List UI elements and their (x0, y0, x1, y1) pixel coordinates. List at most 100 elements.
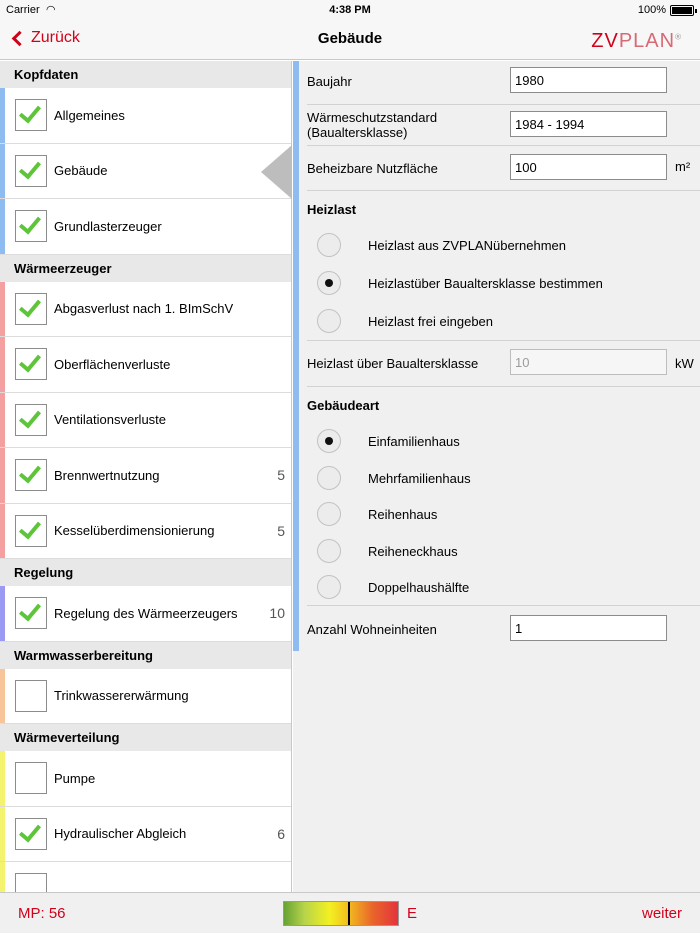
sidebar: Kopfdaten Allgemeines Gebäude Grundlasterze… (0, 61, 292, 892)
sidebar-item[interactable] (0, 862, 291, 892)
navigation-bar: Zurück Gebäude ZVPLAN® (0, 20, 700, 60)
heizlast-bak-unit: kW (675, 356, 694, 371)
next-button[interactable]: weiter (642, 905, 682, 922)
gebaeudeart-title: Gebäudeart (307, 398, 380, 413)
radio-label[interactable]: Mehrfamilienhaus (368, 471, 471, 486)
radio-label[interactable]: Reiheneckhaus (368, 544, 458, 559)
section-header: Wärmeverteilung (0, 724, 291, 751)
sidebar-item-count: 5 (277, 467, 285, 484)
sidebar-item[interactable]: Grundlasterzeuger (0, 199, 291, 255)
heizlast-title: Heizlast (307, 202, 357, 217)
sidebar-item[interactable]: Kesselüberdimensionierung 5 (0, 503, 291, 559)
checkbox[interactable] (15, 873, 47, 892)
nutzflaeche-label: Beheizbare Nutzfläche (307, 161, 438, 176)
sidebar-item[interactable]: Regelung des Wärmeerzeugers 10 (0, 586, 291, 642)
radio-label[interactable]: Reihenhaus (368, 507, 437, 522)
checkbox[interactable] (15, 762, 47, 795)
logo-plan: PLAN (618, 30, 676, 52)
category-stripe (0, 862, 5, 892)
checkmark-icon (18, 819, 42, 843)
sidebar-item-label: Grundlasterzeuger (54, 218, 162, 234)
sidebar-item[interactable]: Gebäude (0, 143, 291, 199)
section-header: Warmwasserbereitung (0, 641, 291, 669)
checkmark-icon (18, 516, 42, 540)
wohneinheiten-row: Anzahl Wohneinheiten 1 (307, 606, 700, 650)
mp-score: MP: 56 (18, 905, 66, 922)
checkbox[interactable] (15, 817, 47, 850)
nutzflaeche-row: Beheizbare Nutzfläche 100 m² (307, 146, 700, 191)
radio-selected-dot (325, 279, 333, 287)
radio-button[interactable] (317, 309, 341, 333)
battery-percent: 100% (637, 4, 666, 16)
radio-button[interactable] (317, 575, 341, 599)
sidebar-item-label: Oberflächenverluste (54, 356, 171, 372)
section-color-bar (293, 61, 299, 651)
sidebar-item-label: Abgasverlust nach 1. BImSchV (54, 301, 234, 317)
category-stripe (0, 503, 5, 558)
wohneinheiten-label: Anzahl Wohneinheiten (307, 622, 437, 637)
section-header: Kopfdaten (0, 61, 291, 88)
waermeschutz-input[interactable]: 1984 - 1994 (510, 111, 667, 137)
sidebar-item[interactable]: Brennwertnutzung 5 (0, 448, 291, 504)
radio-button[interactable] (317, 429, 341, 453)
sidebar-item-label: Pumpe (54, 770, 96, 786)
radio-label[interactable]: Einfamilienhaus (368, 434, 460, 449)
sidebar-item-label: Brennwertnutzung (54, 467, 160, 483)
radio-label[interactable]: Heizlast aus ZVPLANübernehmen (368, 238, 566, 253)
sidebar-item[interactable]: Trinkwassererwärmung (0, 668, 291, 724)
logo-registered: ® (675, 32, 682, 42)
sidebar-item[interactable]: Allgemeines (0, 88, 291, 144)
radio-label[interactable]: Doppelhaushälfte (368, 580, 469, 595)
checkmark-icon (18, 294, 42, 318)
bottom-bar: MP: 56 E weiter (0, 892, 700, 933)
zvplan-logo: ZVPLAN® (591, 30, 682, 53)
baujahr-row: Baujahr 1980 (307, 61, 700, 105)
heizlast-bak-input: 10 (510, 349, 667, 375)
sidebar-item-label: Ventilationsverluste (54, 412, 167, 428)
waermeschutz-label-line1: Wärmeschutzstandard (307, 110, 438, 125)
checkbox[interactable] (15, 403, 47, 436)
category-stripe (0, 281, 5, 336)
wohneinheiten-input[interactable]: 1 (510, 615, 667, 641)
sidebar-item[interactable]: Oberflächenverluste (0, 337, 291, 393)
sidebar-item[interactable]: Abgasverlust nach 1. BImSchV (0, 281, 291, 337)
checkbox[interactable] (15, 210, 47, 243)
sidebar-item-label: Hydraulischer Abgleich (54, 826, 187, 842)
checkbox[interactable] (15, 514, 47, 547)
radio-button[interactable] (317, 233, 341, 257)
checkbox[interactable] (15, 292, 47, 325)
radio-label[interactable]: Heizlastüber Baualtersklasse bestimmen (368, 276, 603, 291)
radio-button[interactable] (317, 465, 341, 490)
category-stripe (0, 586, 5, 641)
radio-button[interactable] (317, 538, 341, 563)
efficiency-grade: E (407, 905, 418, 922)
category-stripe (0, 199, 5, 254)
checkmark-icon (18, 211, 42, 235)
checkbox[interactable] (15, 597, 47, 630)
sidebar-item[interactable]: Pumpe (0, 751, 291, 807)
checkmark-icon (18, 156, 42, 180)
section-header: Regelung (0, 559, 291, 586)
sidebar-item[interactable]: Hydraulischer Abgleich 6 (0, 806, 291, 862)
checkbox[interactable] (15, 459, 47, 492)
sidebar-item-count: 5 (277, 522, 285, 539)
checkmark-icon (18, 100, 42, 124)
checkbox[interactable] (15, 679, 47, 712)
radio-button[interactable] (317, 502, 341, 526)
radio-label[interactable]: Heizlast frei eingeben (368, 314, 493, 329)
nutzflaeche-input[interactable]: 100 (510, 154, 667, 180)
sidebar-item[interactable]: Ventilationsverluste (0, 392, 291, 448)
category-stripe (0, 668, 5, 723)
sidebar-item-count: 10 (269, 605, 285, 622)
sidebar-item-label: Kesselüberdimensionierung (54, 523, 215, 539)
checkbox[interactable] (15, 99, 47, 132)
sidebar-item-count: 6 (277, 825, 285, 842)
checkmark-icon (18, 460, 42, 484)
gauge-needle (347, 902, 350, 925)
battery-icon (670, 5, 697, 16)
checkbox[interactable] (15, 154, 47, 187)
checkbox[interactable] (15, 348, 47, 381)
category-stripe (0, 143, 5, 198)
baujahr-input[interactable]: 1980 (510, 67, 667, 93)
radio-button[interactable] (317, 271, 341, 295)
